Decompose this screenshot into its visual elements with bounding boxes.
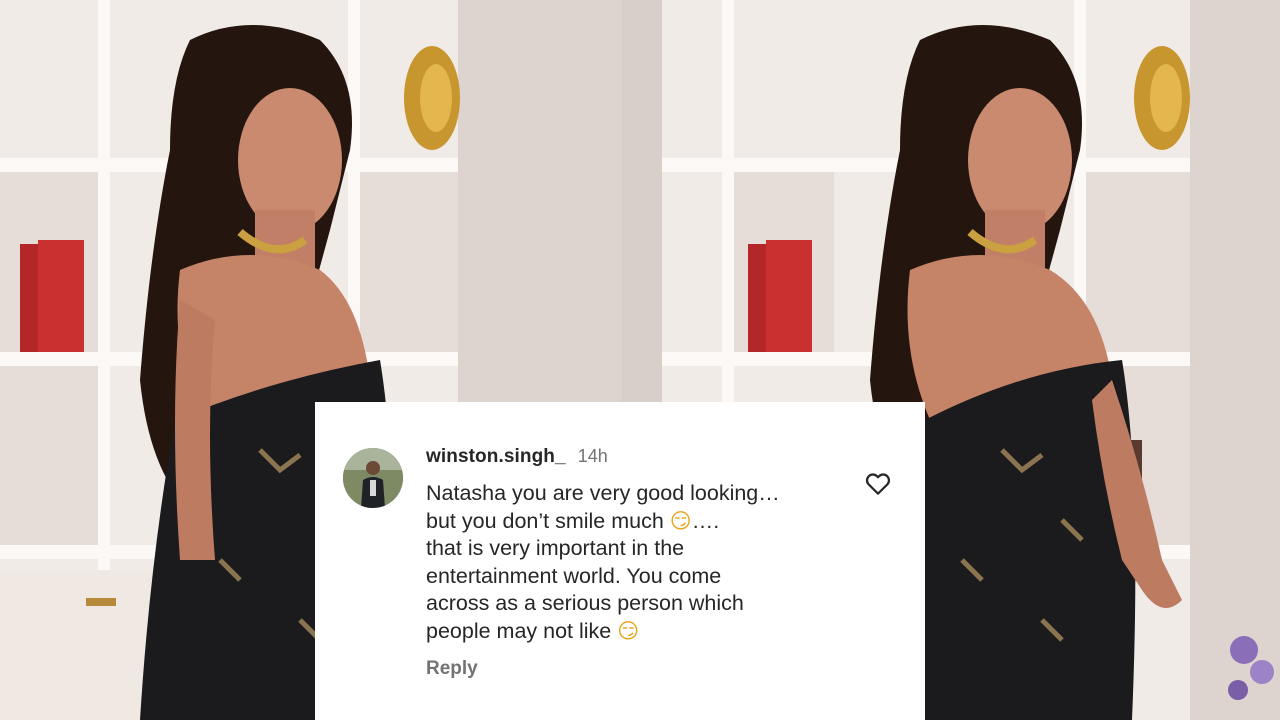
- comment-line: Natasha you are very good looking…: [426, 481, 780, 505]
- ellipsis-text: ….: [691, 508, 720, 533]
- comment-line-text: people may not like: [426, 618, 612, 643]
- comment-header: winston.singh_ 14h: [426, 446, 608, 468]
- smirk-emoji-icon: 😏: [669, 508, 692, 533]
- smirk-emoji-icon: 😏: [617, 618, 640, 643]
- comment-line: but you don’t smile much 😏….: [426, 508, 846, 536]
- timestamp: 14h: [577, 446, 608, 466]
- comment-line: entertainment world. You come: [426, 563, 722, 588]
- comment-text: Natasha you are very good looking… but y…: [426, 480, 846, 646]
- comment-line: across as a serious person which: [426, 591, 744, 616]
- avatar[interactable]: [343, 448, 403, 508]
- username[interactable]: winston.singh_: [426, 446, 566, 468]
- reply-button[interactable]: Reply: [426, 658, 478, 680]
- heart-outline-icon[interactable]: [862, 468, 894, 498]
- comment-line-text: but you don’t smile much: [426, 508, 664, 533]
- comment-card: winston.singh_ 14h Natasha you are very …: [315, 402, 925, 720]
- comment-line: that is very important in the: [426, 536, 685, 561]
- comment-line: people may not like 😏: [426, 618, 846, 646]
